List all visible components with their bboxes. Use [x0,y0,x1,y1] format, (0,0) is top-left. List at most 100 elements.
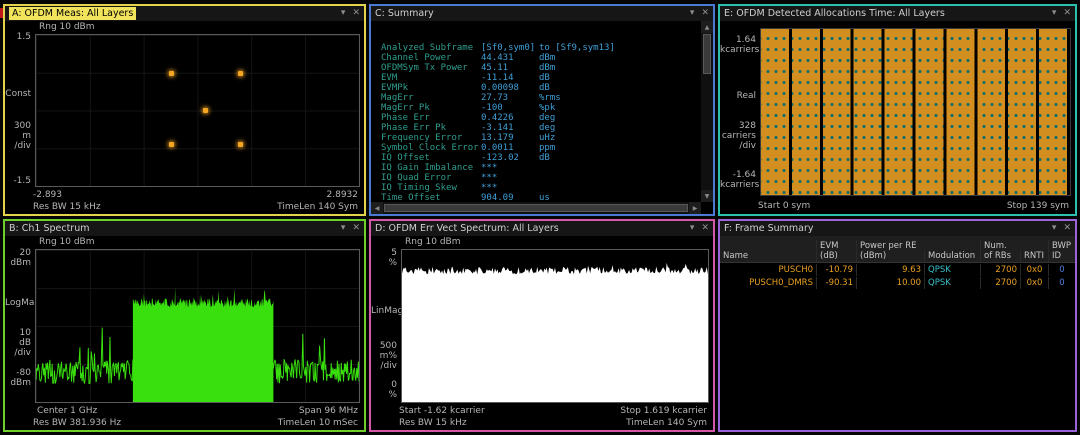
summary-metric-unit: uHz [539,133,555,143]
summary-metric-name: MagErr Pk [381,103,481,113]
column-header[interactable]: Num. of RBs [980,240,1020,262]
summary-metric-value: *** [481,163,539,173]
scale-per-div-label: 300 m /div [5,121,31,151]
panel-menu-icon[interactable]: ▾ [690,9,695,18]
summary-metric-value: 904.09 [481,193,539,200]
scroll-up-icon[interactable]: ▲ [701,21,713,33]
scale-per-div-label: 500 m% /div [371,341,397,371]
panel-menu-icon[interactable]: ▾ [341,9,346,18]
vertical-scroll-track[interactable] [701,75,713,190]
panel-close-icon[interactable]: ✕ [352,9,360,18]
panel-c-content: Analyzed Subframe[Sf0,sym0]to [Sf9,sym13… [371,21,713,214]
span-label: Span 96 MHz [299,406,358,416]
summary-line: Channel Power44.431dBm [381,53,699,63]
panel-a-titlebar[interactable]: A: OFDM Meas: All Layers ▾ ✕ [5,6,364,21]
column-header[interactable]: Modulation [924,250,980,262]
range-label: Rng 10 dBm [39,22,95,32]
table-cell-rnti: 0x0 [1020,277,1048,289]
column-header[interactable]: Name [720,250,816,262]
allocations-plot[interactable] [760,28,1071,196]
summary-metric-name: Analyzed Subframe [381,43,481,53]
summary-metric-value: -123.02 [481,153,539,163]
panel-e-title: E: OFDM Detected Allocations Time: All L… [724,7,945,20]
panel-b-titlebar[interactable]: B: Ch1 Spectrum ▾ ✕ [5,221,364,236]
column-header[interactable]: BWP ID [1048,240,1075,262]
panel-f-content: NameEVM (dB)Power per RE (dBm)Modulation… [720,236,1075,430]
panel-d-titlebar[interactable]: D: OFDM Err Vect Spectrum: All Layers ▾ … [371,221,713,236]
summary-line: MagErr Pk-100%pk [381,103,699,113]
summary-metric-unit: to [Sf9,sym13] [539,43,615,53]
panel-close-icon[interactable]: ✕ [1063,224,1071,233]
summary-metric-name: Channel Power [381,53,481,63]
panel-d-title: D: OFDM Err Vect Spectrum: All Layers [375,222,559,235]
panel-menu-icon[interactable]: ▾ [1052,224,1057,233]
timelen-label: TimeLen 10 mSec [278,418,358,428]
summary-metric-unit: dB [539,153,550,163]
scroll-left-icon[interactable]: ◀ [371,202,383,214]
spectrum-plot[interactable] [35,249,360,403]
panel-menu-icon[interactable]: ▾ [1052,9,1057,18]
x-min-label: Start -1.62 kcarrier [399,406,485,416]
x-max-label: Stop 139 sym [1007,201,1069,211]
summary-metric-unit: dBm [539,53,555,63]
column-header[interactable]: EVM (dB) [816,240,856,262]
panel-a-content: Rng 10 dBm 1.5 Const 300 m /div -1.5 -2.… [5,21,364,214]
summary-horizontal-scrollbar[interactable]: ◀ ▶ [371,202,701,214]
vsa-window: A: OFDM Meas: All Layers ▾ ✕ Rng 10 dBm … [0,0,1080,435]
panel-menu-icon[interactable]: ▾ [341,224,346,233]
scale-per-div-label: 328 carriers /div [720,121,756,151]
panel-b-content: Rng 10 dBm 20 dBm LogMag 10 dB /div -80 … [5,236,364,430]
y-max-label: 20 dBm [5,248,31,268]
panel-ofdm-meas: A: OFDM Meas: All Layers ▾ ✕ Rng 10 dBm … [3,4,366,216]
frame-summary-table: NameEVM (dB)Power per RE (dBm)Modulation… [720,236,1075,430]
summary-metric-name: Frequency Error [381,133,481,143]
panel-close-icon[interactable]: ✕ [701,224,709,233]
panel-b-title: B: Ch1 Spectrum [9,222,90,235]
panel-d-content: Rng 10 dBm 5 % LinMag 500 m% /div 0 % St… [371,236,713,430]
center-freq-label: Center 1 GHz [37,406,97,416]
summary-metric-name: MagErr [381,93,481,103]
x-min-label: -2.893 [33,190,62,200]
summary-metric-name: EVM [381,73,481,83]
panel-close-icon[interactable]: ✕ [701,9,709,18]
summary-metric-name: Phase Err [381,113,481,123]
res-bw-label: Res BW 15 kHz [33,202,101,212]
panel-e-titlebar[interactable]: E: OFDM Detected Allocations Time: All L… [720,6,1075,21]
panel-c-titlebar[interactable]: C: Summary ▾ ✕ [371,6,713,21]
vertical-scroll-thumb[interactable] [703,34,711,74]
summary-line: Time Offset904.09us [381,193,699,200]
panel-menu-icon[interactable]: ▾ [690,224,695,233]
summary-metric-unit: dB [539,73,550,83]
scroll-down-icon[interactable]: ▼ [701,190,713,202]
column-header[interactable]: RNTI [1020,250,1048,262]
summary-line: Frequency Error13.179uHz [381,133,699,143]
summary-line: Symbol Clock Error0.0011ppm [381,143,699,153]
evm-spectrum-plot[interactable] [401,249,709,403]
range-label: Rng 10 dBm [405,237,461,247]
y-max-label: 1.64 kcarriers [720,35,756,55]
summary-metric-value: -3.141 [481,123,539,133]
summary-line: OFDMSym Tx Power45.11dBm [381,63,699,73]
table-cell-evm: -90.31 [816,277,856,289]
constellation-plot[interactable] [35,34,360,187]
column-header[interactable]: Power per RE (dBm) [856,240,924,262]
horizontal-scroll-thumb[interactable] [384,204,688,212]
panel-f-titlebar[interactable]: F: Frame Summary ▾ ✕ [720,221,1075,236]
trace-format-label: LogMag [5,298,31,308]
table-row[interactable]: PUSCH0-10.799.63QPSK27000x00 [720,263,1075,276]
table-cell-modulation: QPSK [924,277,980,289]
summary-metric-value: 13.179 [481,133,539,143]
summary-metric-unit: dB [539,83,550,93]
summary-metric-unit: %rms [539,93,561,103]
panel-close-icon[interactable]: ✕ [1063,9,1071,18]
x-min-label: Start 0 sym [758,201,810,211]
table-row[interactable]: PUSCH0_DMRS-90.3110.00QPSK27000x00 [720,276,1075,289]
table-cell-evm: -10.79 [816,264,856,276]
summary-metric-name: IQ Offset [381,153,481,163]
summary-line: IQ Timing Skew*** [381,183,699,193]
summary-vertical-scrollbar[interactable]: ▲ ▼ [701,21,713,202]
summary-metric-value: -100 [481,103,539,113]
panel-close-icon[interactable]: ✕ [352,224,360,233]
scroll-right-icon[interactable]: ▶ [689,202,701,214]
timelen-label: TimeLen 140 Sym [277,202,358,212]
